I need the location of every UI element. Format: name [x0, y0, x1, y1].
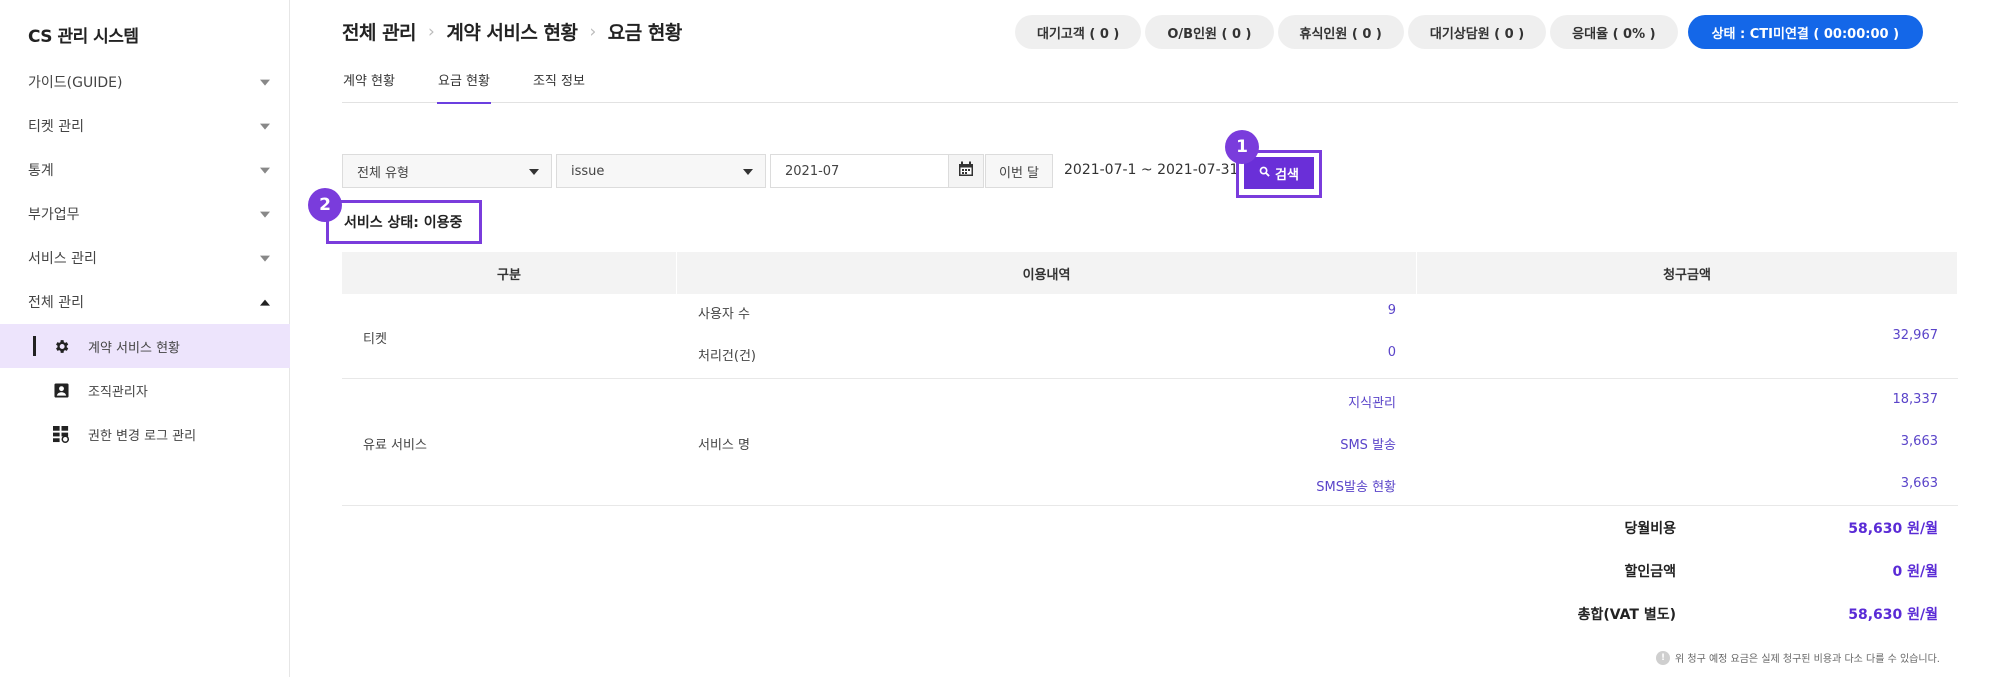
sidebar-item-label: 티켓 관리 [28, 119, 84, 135]
sidebar-subitem-label: 계약 서비스 현황 [88, 340, 180, 356]
sidebar-item-label: 통계 [28, 163, 54, 179]
chevron-right-icon: › [428, 21, 435, 42]
step-badge-1: 1 [1225, 130, 1259, 164]
issue-select[interactable]: issue [556, 154, 766, 188]
table-summary: 당월비용 58,630 원/월 할인금액 0 원/월 총합(VAT 별도) 58… [342, 506, 1958, 638]
caret-down-icon [743, 169, 753, 175]
summary-monthly-label: 당월비용 [1624, 521, 1676, 537]
sidebar-item-guide[interactable]: 가이드(GUIDE) [0, 60, 290, 104]
sidebar-subitem-label: 권한 변경 로그 관리 [88, 428, 197, 444]
type-select-value: 전체 유형 [357, 165, 409, 181]
fee-table: 구분 이용내역 청구금액 티켓 사용자 수 9 처리건(건) 0 32,967 … [342, 252, 1958, 638]
caret-down-icon [529, 169, 539, 175]
ticket-processed-label: 처리건(건) [698, 349, 756, 364]
tab-bar: 계약 현황 요금 현황 조직 정보 [342, 64, 1958, 104]
summary-monthly-value: 58,630 원/월 [1848, 521, 1938, 537]
chevron-up-icon [260, 299, 270, 306]
chevron-right-icon: › [589, 21, 596, 42]
breadcrumb-item[interactable]: 계약 서비스 현황 [446, 18, 578, 45]
chevron-down-icon [260, 255, 270, 262]
sidebar-item-label: 부가업무 [28, 207, 80, 223]
tab-org-info[interactable]: 조직 정보 [532, 64, 586, 103]
status-waiting-customers[interactable]: 대기고객 ( 0 ) [1015, 15, 1142, 49]
app-title: CS 관리 시스템 [28, 27, 139, 47]
active-indicator [33, 336, 36, 356]
service-status-box: 서비스 상태: 이용중 [326, 200, 482, 244]
summary-discount-value: 0 원/월 [1892, 564, 1939, 580]
paid-service-name: SMS발송 현황 [1316, 480, 1396, 495]
column-header-usage: 이용내역 [677, 252, 1417, 294]
gear-icon [52, 337, 70, 355]
status-waiting-agents[interactable]: 대기상담원 ( 0 ) [1407, 15, 1547, 49]
paid-service-name: SMS 발송 [1340, 438, 1396, 453]
tab-fee-status[interactable]: 요금 현황 [436, 64, 491, 104]
ticket-amount: 32,967 [1892, 328, 1939, 343]
person-card-icon [52, 381, 70, 399]
summary-discount-label: 할인금액 [1624, 564, 1676, 580]
summary-total-label: 총합(VAT 별도) [1577, 607, 1676, 623]
search-icon [1259, 166, 1270, 181]
chevron-down-icon [260, 211, 270, 218]
chevron-down-icon [260, 79, 270, 86]
table-row-ticket: 티켓 사용자 수 9 처리건(건) 0 32,967 [342, 294, 1958, 379]
issue-select-value: issue [571, 163, 605, 179]
billing-note: ! 위 청구 예정 요금은 실제 청구된 비용과 다소 다를 수 있습니다. [1656, 650, 1940, 665]
sidebar-subitem-org-admin[interactable]: 조직관리자 [0, 368, 290, 412]
this-month-button[interactable]: 이번 달 [985, 154, 1053, 188]
summary-total-value: 58,630 원/월 [1848, 607, 1938, 623]
status-outbound-agents[interactable]: O/B인원 ( 0 ) [1145, 15, 1274, 49]
sidebar-item-label: 전체 관리 [28, 295, 84, 311]
sidebar-subitem-contract-service[interactable]: 계약 서비스 현황 [0, 324, 290, 368]
ticket-processed-value: 0 [1387, 345, 1396, 360]
sidebar-item-stats[interactable]: 통계 [0, 148, 290, 192]
status-bar: 대기고객 ( 0 ) O/B인원 ( 0 ) 휴식인원 ( 0 ) 대기상담원 … [1015, 15, 1924, 49]
service-status-label: 서비스 상태: 이용중 [344, 215, 463, 231]
search-button-label: 검색 [1275, 167, 1299, 183]
sidebar-item-service[interactable]: 서비스 관리 [0, 236, 290, 280]
sidebar-subitem-permission-log[interactable]: 권한 변경 로그 관리 [0, 412, 290, 456]
sidebar-item-label: 가이드(GUIDE) [28, 75, 123, 91]
type-select[interactable]: 전체 유형 [342, 154, 552, 188]
paid-service-name-label: 서비스 명 [698, 438, 750, 453]
step-badge-2: 2 [308, 188, 342, 222]
grid-log-icon [52, 425, 70, 443]
month-input-value: 2021-07 [785, 163, 840, 179]
date-range-text: 2021-07-1 ~ 2021-07-31 [1064, 162, 1239, 178]
breadcrumb-item[interactable]: 전체 관리 [342, 18, 417, 45]
status-response-rate[interactable]: 응대율 ( 0% ) [1550, 15, 1678, 49]
ticket-category: 티켓 [363, 332, 387, 347]
info-icon: ! [1656, 650, 1670, 665]
sidebar-menu: 가이드(GUIDE) 티켓 관리 통계 부가업무 서비스 관리 전체 관리 계약… [0, 60, 290, 456]
sidebar-item-extra[interactable]: 부가업무 [0, 192, 290, 236]
sidebar: CS 관리 시스템 가이드(GUIDE) 티켓 관리 통계 부가업무 서비스 관… [0, 0, 290, 677]
paid-service-amount: 18,337 [1892, 392, 1939, 407]
billing-note-text: 위 청구 예정 요금은 실제 청구된 비용과 다소 다를 수 있습니다. [1675, 654, 1940, 665]
sidebar-item-label: 서비스 관리 [28, 251, 97, 267]
column-header-category: 구분 [342, 252, 677, 294]
sidebar-item-admin[interactable]: 전체 관리 [0, 280, 290, 324]
column-header-amount: 청구금액 [1417, 252, 1958, 294]
sidebar-item-ticket[interactable]: 티켓 관리 [0, 104, 290, 148]
ticket-users-label: 사용자 수 [698, 307, 750, 322]
status-resting-agents[interactable]: 휴식인원 ( 0 ) [1277, 15, 1404, 49]
paid-service-amount: 3,663 [1900, 476, 1938, 491]
table-row-paid-service: 유료 서비스 서비스 명 지식관리 18,337 SMS 발송 3,663 SM… [342, 379, 1958, 506]
sidebar-subitem-label: 조직관리자 [88, 384, 148, 400]
search-button[interactable]: 검색 [1244, 157, 1314, 189]
chevron-down-icon [260, 123, 270, 130]
tab-contract-status[interactable]: 계약 현황 [342, 64, 396, 103]
calendar-button[interactable] [948, 154, 984, 188]
table-header: 구분 이용내역 청구금액 [342, 252, 1958, 294]
paid-service-name: 지식관리 [1348, 396, 1396, 411]
ticket-users-value: 9 [1387, 303, 1396, 318]
paid-service-amount: 3,663 [1900, 434, 1938, 449]
chevron-down-icon [260, 167, 270, 174]
cti-status-button[interactable]: 상태 : CTI미연결 ( 00:00:00 ) [1687, 15, 1924, 49]
breadcrumb-current: 요금 현황 [607, 22, 683, 44]
calendar-icon [958, 161, 974, 181]
paid-service-category: 유료 서비스 [363, 438, 427, 453]
breadcrumb: 전체 관리 › 계약 서비스 현황 › 요금 현황 [342, 18, 682, 45]
